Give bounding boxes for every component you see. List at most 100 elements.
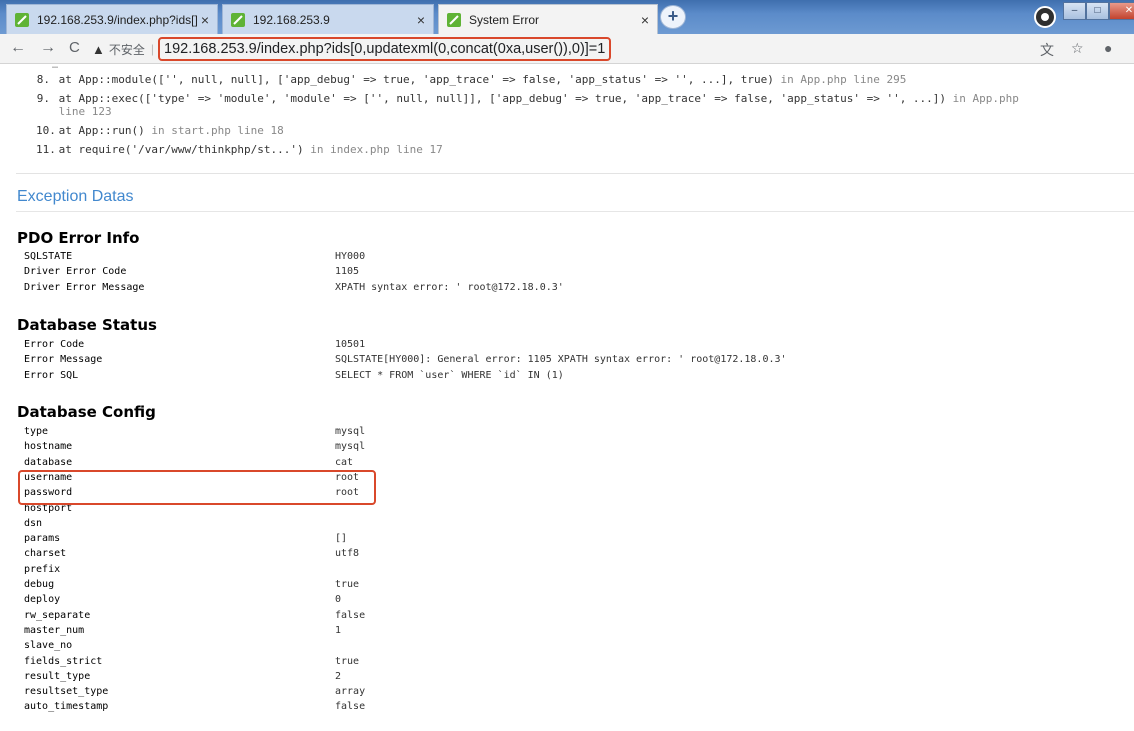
frame-number: 10. xyxy=(36,124,56,137)
kv-row-charset: charset utf8 xyxy=(24,548,824,563)
new-tab-button[interactable]: + xyxy=(660,5,686,29)
thinkphp-favicon-icon xyxy=(447,12,461,27)
frame-call: at App::module(['', null, null], ['app_d… xyxy=(58,73,774,86)
kv-value: mysql xyxy=(335,426,366,437)
close-icon[interactable]: × xyxy=(201,12,209,28)
kv-key: hostname xyxy=(24,441,73,453)
stack-frame: 9. at App::exec(['type' => 'module', 'mo… xyxy=(36,92,1019,105)
kv-key: Error Message xyxy=(24,354,103,366)
exception-datas-heading: Exception Datas xyxy=(17,188,134,205)
frame-location: line 123 xyxy=(58,105,112,118)
kv-key: params xyxy=(24,533,61,545)
database-status-heading: Database Status xyxy=(17,316,157,334)
tab-label: 192.168.253.9 xyxy=(253,12,330,27)
kv-value: mysql xyxy=(335,441,366,453)
frame-call: at App::exec(['type' => 'module', 'modul… xyxy=(58,92,947,105)
back-icon[interactable]: ← xyxy=(10,39,26,57)
kv-row-sqlstate: SQLSTATE HY000 xyxy=(24,251,824,266)
kv-value: HY000 xyxy=(335,251,366,262)
kv-key: fields_strict xyxy=(24,655,103,667)
kv-value: array xyxy=(335,686,366,698)
kv-row-driver-error-message: Driver Error Message XPATH syntax error: … xyxy=(24,282,824,297)
tab-label: System Error xyxy=(469,12,540,27)
kv-row-rw-separate: rw_separate false xyxy=(24,610,824,625)
divider xyxy=(16,211,1134,212)
profile-icon[interactable] xyxy=(1034,6,1056,28)
kv-value: cat xyxy=(335,456,354,468)
kv-key: Error Code xyxy=(24,339,85,350)
kv-value: [] xyxy=(335,533,348,545)
kv-key: resultset_type xyxy=(24,686,109,698)
kv-key: charset xyxy=(24,548,67,560)
kv-key: slave_no xyxy=(24,640,73,652)
tab-ids-url[interactable]: 192.168.253.9/index.php?ids[] × xyxy=(6,4,218,34)
kv-key: database xyxy=(24,456,73,468)
kv-value: 1 xyxy=(335,624,342,636)
kv-value: utf8 xyxy=(335,548,360,560)
tab-host[interactable]: 192.168.253.9 × xyxy=(222,4,434,34)
reload-icon[interactable]: C xyxy=(69,39,80,56)
account-icon[interactable]: ● xyxy=(1104,40,1112,56)
thinkphp-favicon-icon xyxy=(15,12,29,27)
database-config-heading: Database Config xyxy=(17,403,156,421)
close-icon[interactable]: × xyxy=(641,12,649,28)
error-page: … 8. at App::module(['', null, null], ['… xyxy=(0,65,1134,731)
kv-row-dsn: dsn xyxy=(24,518,824,533)
kv-row-driver-error-code: Driver Error Code 1105 xyxy=(24,266,824,281)
star-icon[interactable]: ☆ xyxy=(1071,40,1084,57)
call-stack: … 8. at App::module(['', null, null], ['… xyxy=(16,65,1134,174)
tab-system-error[interactable]: System Error × xyxy=(438,4,658,34)
kv-value: XPATH syntax error: ' root@172.18.0.3' xyxy=(335,281,564,293)
kv-value: SELECT * FROM `user` WHERE `id` IN (1) xyxy=(335,369,564,381)
kv-row-prefix: prefix xyxy=(24,564,824,579)
frame-call: at App::run() xyxy=(58,124,145,137)
stack-frame: 10. at App::run() in start.php line 18 xyxy=(36,124,284,137)
frame-location: in start.php line 18 xyxy=(144,124,284,137)
window-close-icon[interactable]: ✕ xyxy=(1109,2,1134,20)
pdo-error-info-heading: PDO Error Info xyxy=(17,229,140,247)
thinkphp-favicon-icon xyxy=(231,12,245,27)
forward-icon[interactable]: → xyxy=(40,39,56,57)
address-bar[interactable]: ▲ 不安全 | 192.168.253.9/index.php?ids[0,up… xyxy=(92,37,1092,61)
kv-key: dsn xyxy=(24,517,43,529)
security-label[interactable]: 不安全 xyxy=(109,41,145,58)
frame-number: 11. xyxy=(36,143,56,156)
kv-value: 1105 xyxy=(335,266,360,278)
kv-key: Driver Error Message xyxy=(24,281,145,293)
close-icon[interactable]: × xyxy=(417,12,425,28)
frame-location: in App.php line 295 xyxy=(773,73,907,86)
kv-key: type xyxy=(24,426,49,437)
frame-location: in App.php xyxy=(946,92,1019,105)
window-controls: – □ ✕ xyxy=(1063,2,1134,20)
kv-value: 2 xyxy=(335,670,342,682)
kv-value: false xyxy=(335,701,366,713)
kv-row-error-message: Error Message SQLSTATE[HY000]: General er… xyxy=(24,354,824,369)
kv-key: Error SQL xyxy=(24,369,79,381)
maximize-icon[interactable]: □ xyxy=(1086,2,1109,20)
stack-frame: 11. at require('/var/www/thinkphp/st...'… xyxy=(36,143,443,156)
kv-row-type: type mysql xyxy=(24,426,824,441)
frame-number: 8. xyxy=(36,73,50,86)
stack-frame-continued: line 123 xyxy=(36,105,112,118)
kv-key: rw_separate xyxy=(24,609,91,621)
kv-row-resultset-type: resultset_type array xyxy=(24,686,824,701)
minimize-icon[interactable]: – xyxy=(1063,2,1086,20)
kv-row-fields-strict: fields_strict true xyxy=(24,656,824,671)
kv-row-master-num: master_num 1 xyxy=(24,625,824,640)
kv-row-deploy: deploy 0 xyxy=(24,594,824,609)
translate-icon[interactable]: 文 xyxy=(1040,40,1054,60)
kv-row-hostname: hostname mysql xyxy=(24,441,824,456)
url-text[interactable]: 192.168.253.9/index.php?ids[0,updatexml(… xyxy=(158,37,612,61)
kv-row-params: params [] xyxy=(24,533,824,548)
frame-number: 9. xyxy=(36,92,50,105)
browser-toolbar: ← → C ▲ 不安全 | 192.168.253.9/index.php?id… xyxy=(0,34,1134,64)
kv-key: result_type xyxy=(24,670,91,682)
stack-frame: 8. at App::module(['', null, null], ['ap… xyxy=(36,73,907,86)
warning-icon[interactable]: ▲ xyxy=(92,42,105,57)
tab-strip: 192.168.253.9/index.php?ids[] × 192.168.… xyxy=(0,0,1134,34)
kv-row-debug: debug true xyxy=(24,579,824,594)
kv-value: false xyxy=(335,609,366,621)
kv-value: true xyxy=(335,655,360,667)
kv-key: prefix xyxy=(24,563,61,575)
divider: | xyxy=(150,42,155,56)
